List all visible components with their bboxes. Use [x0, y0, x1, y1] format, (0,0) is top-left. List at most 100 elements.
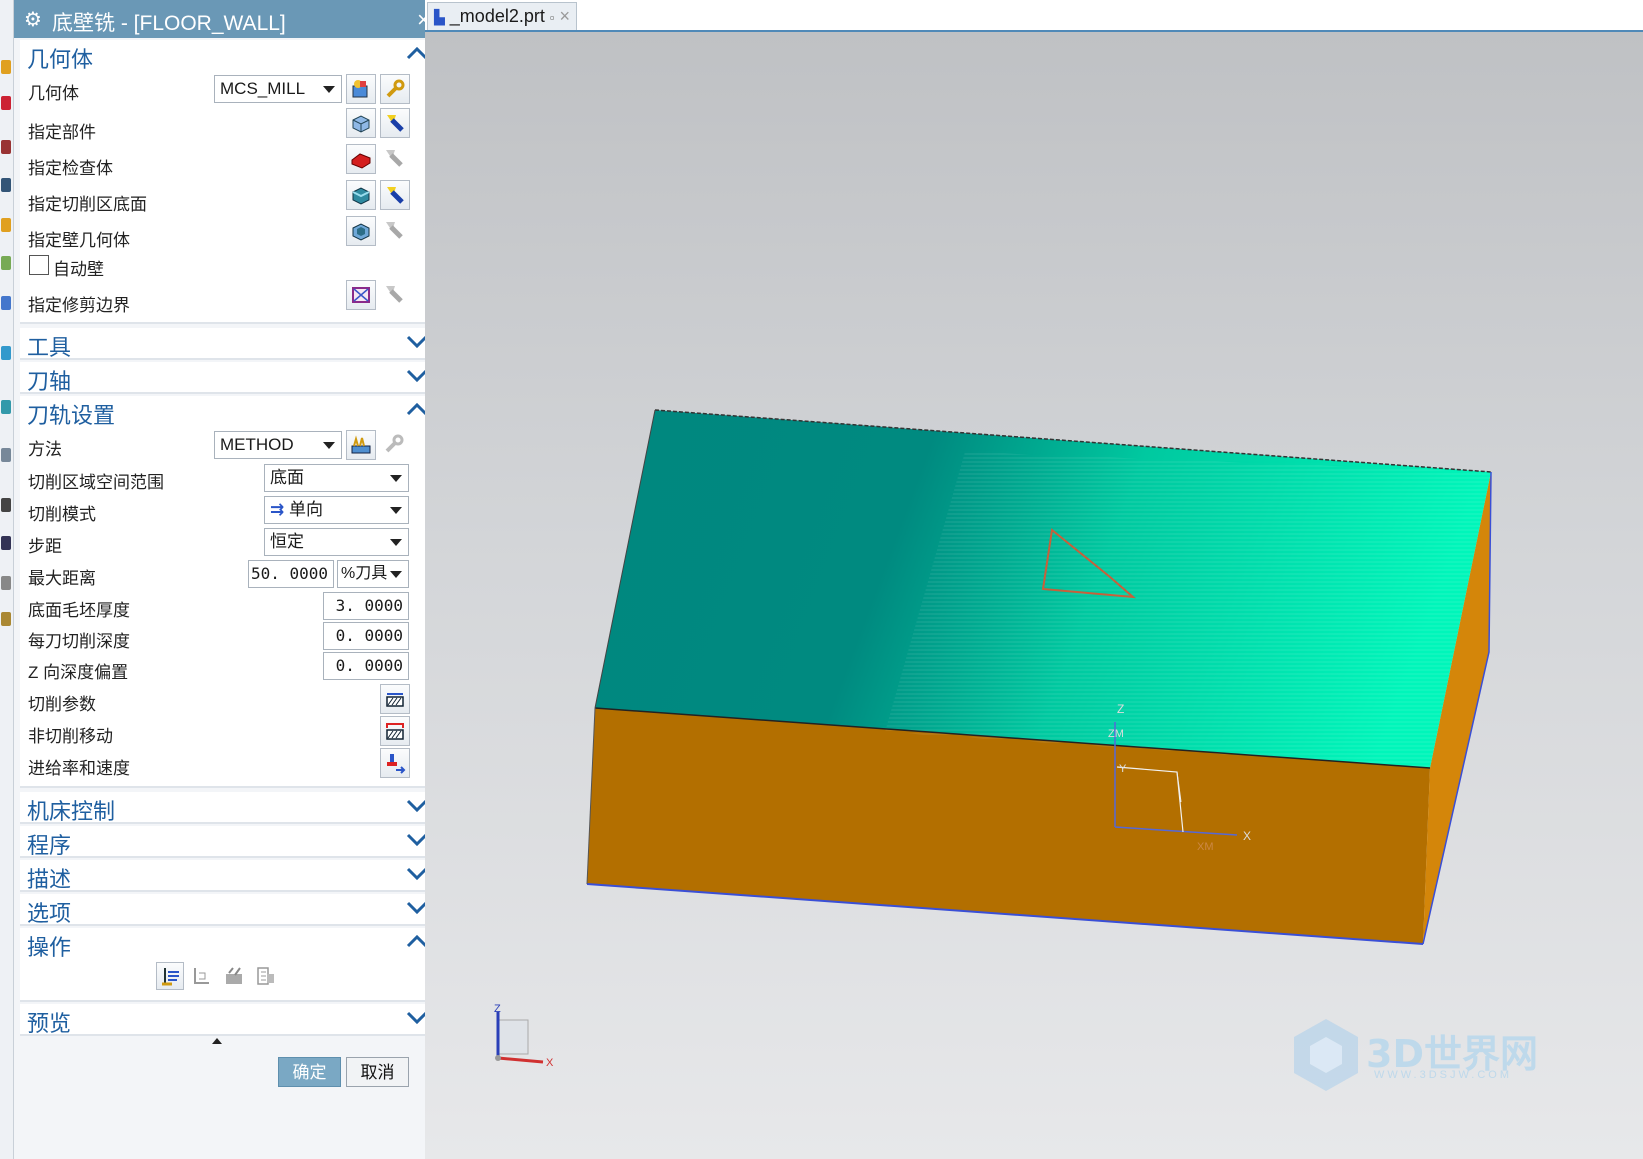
- tool-icon[interactable]: [1, 296, 11, 310]
- tool-icon[interactable]: [1, 178, 11, 192]
- geometry-value: MCS_MILL: [220, 79, 306, 98]
- graphics-viewport[interactable]: ZM Z X XM Y Z X: [425, 32, 1643, 1159]
- description-section[interactable]: 描述: [20, 860, 436, 892]
- z-axis-label: Z: [1117, 702, 1124, 716]
- select-part-button[interactable]: [346, 108, 376, 138]
- watermark-url: WWW.3DSJW.COM: [1374, 1069, 1512, 1081]
- feeds-speeds-label: 进给率和速度: [28, 759, 130, 778]
- dialog-titlebar[interactable]: ⚙ 底壁铣 - [FLOOR_WALL] ×: [14, 0, 442, 38]
- document-tab-bar: ▙ _model2.prt ▫ ×: [425, 0, 1643, 32]
- view-triad: Z X: [494, 1003, 554, 1069]
- z-depth-offset-input[interactable]: 0. 0000: [323, 652, 409, 680]
- new-method-button[interactable]: [346, 430, 376, 460]
- geometry-dropdown[interactable]: MCS_MILL: [214, 75, 342, 103]
- non-cut-moves-button[interactable]: [380, 716, 410, 746]
- method-icon: [351, 435, 371, 454]
- display-wall-button[interactable]: [380, 216, 410, 246]
- list-button[interactable]: [252, 962, 280, 990]
- machine-control-section[interactable]: 机床控制: [20, 792, 436, 824]
- ok-button[interactable]: 确定: [278, 1057, 341, 1087]
- tool-icon[interactable]: [1, 256, 11, 270]
- dialog-button-bar: 确定 取消: [14, 1035, 442, 1159]
- select-trim-button[interactable]: [346, 280, 376, 310]
- tool-icon[interactable]: [1, 140, 11, 154]
- replay-icon: [194, 968, 209, 984]
- new-geometry-button[interactable]: [346, 74, 376, 104]
- tool-icon[interactable]: [1, 576, 11, 590]
- flashlight-disabled-icon: [386, 222, 403, 239]
- tool-section[interactable]: 工具: [20, 328, 436, 360]
- tool-icon[interactable]: [1, 96, 11, 110]
- path-settings-header[interactable]: 刀轨设置: [20, 396, 436, 428]
- tool-icon[interactable]: [1, 612, 11, 626]
- tool-icon[interactable]: [1, 448, 11, 462]
- cut-area-value: 底面: [270, 468, 304, 487]
- select-check-button[interactable]: [346, 144, 376, 174]
- display-floor-button[interactable]: [380, 180, 410, 210]
- section-title: 程序: [27, 833, 72, 858]
- floor-wall-dialog: ⚙ 底壁铣 - [FLOOR_WALL] × 几何体 几何体 MCS_MILL …: [14, 0, 442, 1159]
- stepover-value: 恒定: [270, 532, 304, 551]
- tool-icon[interactable]: [1, 218, 11, 232]
- max-distance-unit-dropdown[interactable]: %刀具: [337, 560, 409, 588]
- geometry-section-header[interactable]: 几何体: [20, 40, 436, 72]
- display-part-button[interactable]: [380, 108, 410, 138]
- options-section[interactable]: 选项: [20, 894, 436, 926]
- generate-button[interactable]: [156, 962, 184, 990]
- new-geometry-icon: [352, 80, 368, 98]
- select-wall-button[interactable]: [346, 216, 376, 246]
- edit-geometry-button[interactable]: [380, 74, 410, 104]
- tool-icon[interactable]: [1, 498, 11, 512]
- section-title: 操作: [27, 935, 72, 960]
- cut-params-button[interactable]: [380, 684, 410, 714]
- floor-stock-input[interactable]: 3. 0000: [323, 592, 409, 620]
- floor-stock-label: 底面毛坯厚度: [28, 601, 130, 620]
- auto-wall-checkbox[interactable]: [29, 255, 49, 275]
- verify-button[interactable]: [220, 962, 248, 990]
- settings-icon[interactable]: ⚙: [24, 7, 42, 32]
- xm-label: XM: [1197, 841, 1214, 853]
- feeds-speeds-icon: [387, 754, 406, 774]
- display-trim-button[interactable]: [380, 280, 410, 310]
- feeds-speeds-button[interactable]: [380, 748, 410, 778]
- edit-method-button[interactable]: [380, 430, 410, 460]
- method-dropdown[interactable]: METHOD: [214, 431, 342, 459]
- cut-area-dropdown[interactable]: 底面: [264, 464, 409, 492]
- max-distance-input[interactable]: 50. 0000: [248, 560, 334, 588]
- dropdown-arrow-icon: [390, 539, 402, 546]
- replay-button[interactable]: [188, 962, 216, 990]
- actions-header[interactable]: 操作: [20, 928, 436, 960]
- close-icon[interactable]: ×: [560, 6, 571, 26]
- specify-wall-label: 指定壁几何体: [28, 231, 130, 250]
- cut-pattern-dropdown[interactable]: ⇉ 单向: [264, 496, 409, 524]
- stepover-dropdown[interactable]: 恒定: [264, 528, 409, 556]
- check-body-icon: [351, 153, 371, 169]
- dropdown-arrow-icon: [323, 86, 335, 93]
- generate-path-icon: [162, 968, 179, 986]
- program-section[interactable]: 程序: [20, 826, 436, 858]
- geometry-label: 几何体: [28, 84, 79, 103]
- tab-model2[interactable]: ▙ _model2.prt ▫ ×: [427, 2, 578, 30]
- toolpath-hatch: [885, 452, 1491, 768]
- depth-per-cut-input[interactable]: 0. 0000: [323, 622, 409, 650]
- display-check-button[interactable]: [380, 144, 410, 174]
- tool-icon[interactable]: [1, 400, 11, 414]
- cancel-button[interactable]: 取消: [346, 1057, 409, 1087]
- tool-icon[interactable]: [1, 346, 11, 360]
- path-settings-section: 刀轨设置 方法 METHOD 切削区域空间范围 底面 切削模式 ⇉ 单向 步距 …: [20, 396, 436, 788]
- floor-icon: [352, 187, 370, 205]
- section-title: 刀轨设置: [27, 403, 116, 428]
- pin-icon[interactable]: ▫: [550, 10, 555, 25]
- left-toolbar-strip: [0, 0, 14, 1159]
- list-icon: [257, 967, 274, 985]
- verify-icon: [226, 967, 242, 984]
- z-depth-offset-label: Z 向深度偏置: [28, 663, 129, 682]
- preview-section[interactable]: 预览: [20, 1004, 436, 1036]
- select-floor-button[interactable]: [346, 180, 376, 210]
- dialog-title: 底壁铣 - [FLOOR_WALL]: [52, 12, 286, 35]
- tool-icon[interactable]: [1, 60, 11, 74]
- dropdown-arrow-icon: [323, 442, 335, 449]
- tool-axis-section[interactable]: 刀轴: [20, 362, 436, 394]
- dialog-panel: 几何体 几何体 MCS_MILL 指定部件 指定检查体 指定切削区底面 指定壁几…: [20, 40, 436, 1100]
- tool-icon[interactable]: [1, 536, 11, 550]
